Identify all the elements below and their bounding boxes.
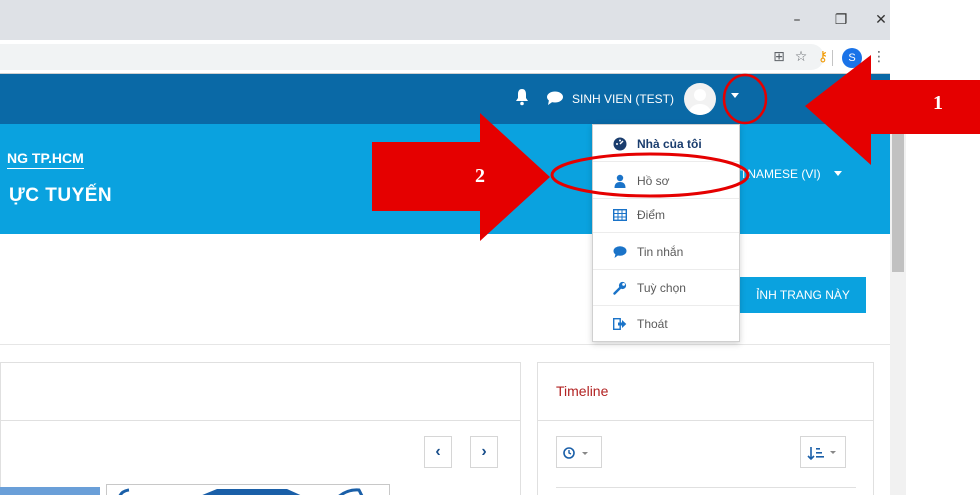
course-thumbnail[interactable] — [0, 487, 100, 495]
sort-icon — [807, 446, 836, 460]
customize-page-button[interactable]: ỈNH TRANG NÀY — [740, 277, 866, 313]
menu-item-messages[interactable]: Tin nhắn — [593, 234, 739, 270]
clock-icon — [563, 446, 588, 459]
menu-item-profile[interactable]: Hồ sơ — [593, 163, 739, 199]
toolbar-separator — [832, 50, 833, 66]
table-icon — [613, 209, 627, 222]
menu-label: Thoát — [637, 317, 668, 331]
dashboard-icon — [613, 137, 627, 151]
menu-item-preferences[interactable]: Tuỳ chọn — [593, 270, 739, 306]
user-name[interactable]: SINH VIEN (TEST) — [572, 91, 674, 107]
menu-label: Hồ sơ — [637, 174, 670, 188]
user-avatar[interactable] — [684, 83, 716, 115]
card-divider — [537, 420, 874, 421]
site-name-line2[interactable]: ỰC TUYẾN — [9, 185, 112, 207]
bookmark-star-icon[interactable]: ☆ — [790, 46, 812, 68]
chat-icon[interactable] — [546, 90, 564, 106]
menu-item-grades[interactable]: Điểm — [593, 197, 739, 233]
caret-down-icon[interactable] — [731, 93, 739, 98]
chat-icon — [613, 246, 627, 258]
key-icon[interactable]: ⚷ — [812, 46, 834, 68]
course-overview-card — [0, 362, 521, 495]
top-navbar — [0, 74, 890, 124]
next-page-button[interactable]: › — [470, 436, 498, 468]
annotation-label-2: 2 — [475, 165, 485, 187]
divider — [0, 344, 890, 345]
site-name-line1[interactable]: NG TP.HCM — [7, 150, 84, 169]
minimize-button[interactable]: – — [782, 8, 812, 32]
card-divider — [0, 420, 521, 421]
timeline-sort-button[interactable] — [800, 436, 846, 468]
outside-area — [906, 74, 980, 495]
language-caret-icon[interactable] — [834, 171, 842, 176]
menu-item-home[interactable]: Nhà của tôi — [593, 126, 739, 162]
menu-label: Nhà của tôi — [637, 137, 702, 151]
scrollbar-thumb[interactable] — [892, 126, 904, 272]
translate-icon[interactable]: ⊞ — [768, 46, 790, 68]
timeline-filter-button[interactable] — [556, 436, 602, 468]
timeline-title: Timeline — [556, 383, 609, 399]
menu-item-logout[interactable]: Thoát — [593, 306, 739, 342]
menu-label: Điểm — [637, 208, 666, 222]
annotation-label-1: 1 — [933, 92, 943, 114]
user-icon — [614, 174, 626, 188]
timeline-divider — [556, 487, 856, 488]
signout-icon — [613, 318, 627, 331]
bell-icon[interactable] — [514, 88, 530, 106]
menu-label: Tuỳ chọn — [637, 281, 686, 295]
address-bar[interactable] — [0, 44, 824, 70]
course-thumbnail[interactable] — [106, 484, 390, 495]
wrench-icon — [613, 281, 627, 295]
profile-avatar[interactable]: S — [842, 48, 862, 68]
browser-menu-icon[interactable]: ⋮ — [868, 46, 890, 68]
prev-page-button[interactable]: ‹ — [424, 436, 452, 468]
language-selector[interactable]: TNAMESE (VI) — [740, 166, 821, 182]
restore-button[interactable]: ❐ — [826, 8, 856, 32]
browser-titlebar — [0, 0, 890, 40]
menu-label: Tin nhắn — [637, 245, 684, 259]
close-button[interactable]: ✕ — [866, 8, 896, 32]
screen: { "browser": { "window_buttons": { "mini… — [0, 0, 980, 495]
